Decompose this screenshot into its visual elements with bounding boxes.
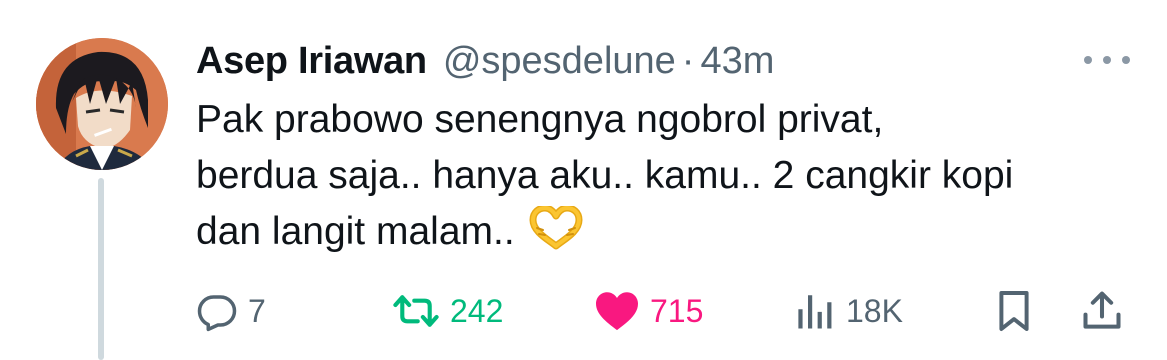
avatar-image: [36, 38, 168, 170]
share-icon: [1080, 289, 1124, 333]
bookmark-button[interactable]: [996, 288, 1032, 334]
reply-count: 7: [248, 293, 266, 329]
heart-hands-emoji: [529, 206, 583, 250]
tweet-text-line: dan langit malam..: [196, 204, 1136, 260]
tweet-header: Asep Iriawan @spesdelune · 43m: [196, 38, 774, 84]
heart-filled-icon: [594, 290, 640, 332]
reply-button[interactable]: 7: [196, 288, 266, 334]
like-button[interactable]: 715: [594, 288, 703, 334]
reply-icon: [196, 290, 238, 332]
like-count: 715: [650, 293, 704, 329]
retweet-icon: [392, 290, 440, 332]
tweet-text-line: Pak prabowo senengnya ngobrol privat,: [196, 98, 884, 141]
views-bar-chart-icon: [794, 290, 836, 332]
retweet-button[interactable]: 242: [392, 288, 503, 334]
tweet-text-line-content: dan langit malam..: [196, 210, 515, 253]
views-count: 18K: [846, 293, 903, 329]
separator-dot: ·: [681, 40, 695, 82]
more-horizontal-icon[interactable]: [1084, 49, 1130, 71]
bookmark-icon: [996, 289, 1032, 333]
avatar[interactable]: [36, 38, 168, 170]
share-button[interactable]: [1080, 288, 1124, 334]
views-button[interactable]: 18K: [794, 288, 903, 334]
action-bar: 7 242 715 18K: [0, 288, 1167, 334]
author-name[interactable]: Asep Iriawan: [196, 38, 427, 84]
author-handle[interactable]: @spesdelune: [443, 38, 676, 84]
tweet-text-line: berdua saja.. hanya aku.. kamu.. 2 cangk…: [196, 154, 1014, 197]
retweet-count: 242: [450, 293, 504, 329]
tweet-time[interactable]: 43m: [700, 38, 774, 84]
tweet-text: Pak prabowo senengnya ngobrol privat, be…: [196, 92, 1136, 260]
